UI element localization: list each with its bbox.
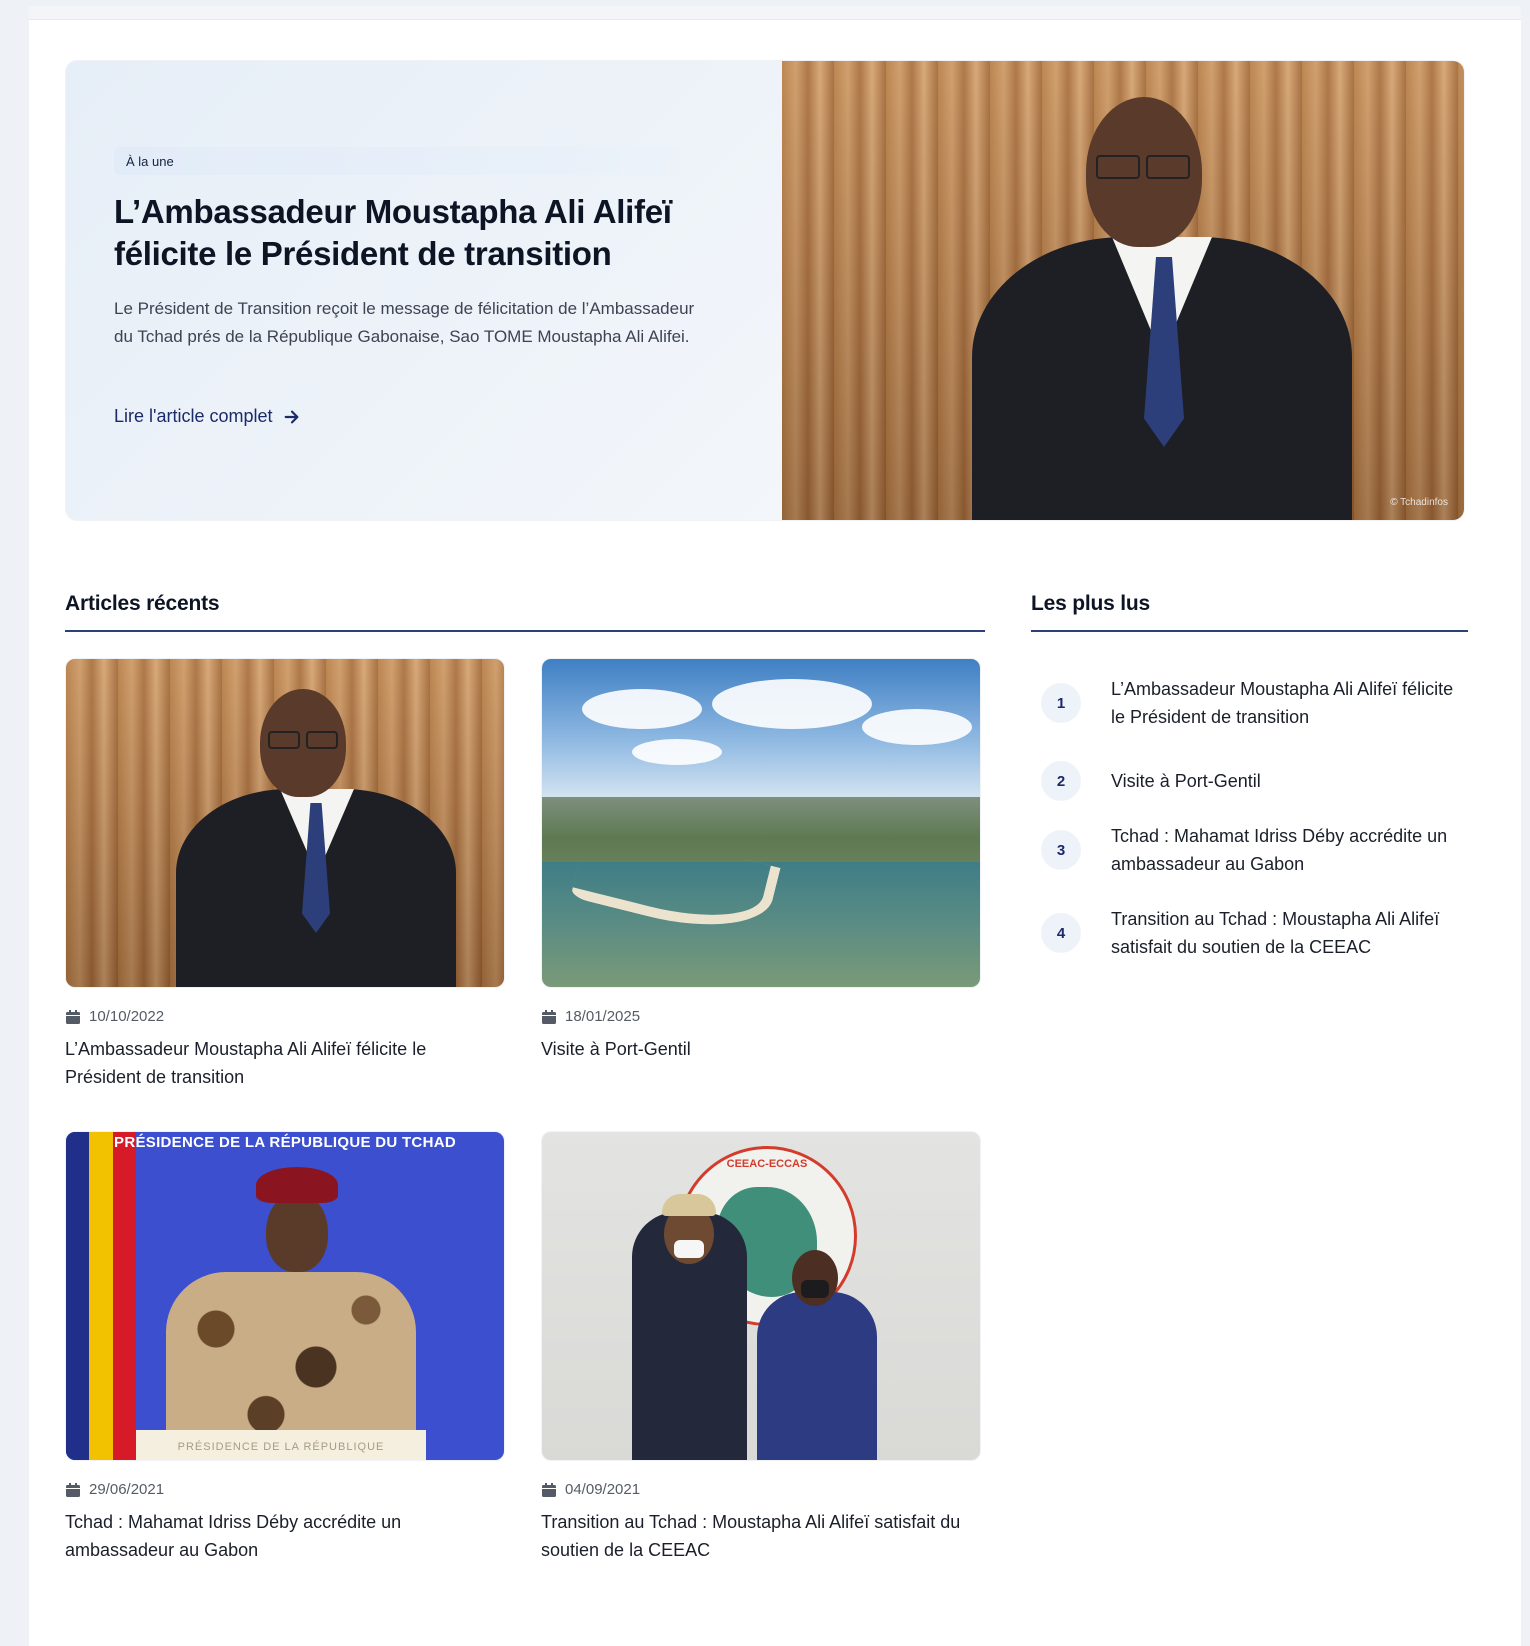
read-full-article-link[interactable]: Lire l'article complet: [114, 406, 301, 427]
calendar-icon: [66, 1009, 80, 1024]
ceeac-logo-text: CEEAC-ECCAS: [726, 1158, 808, 1170]
most-read-rule: [1031, 630, 1468, 632]
article-date-text: 10/10/2022: [89, 1008, 165, 1025]
article-card[interactable]: CEEAC-ECCAS 04/09/2021 Transition au Tch…: [541, 1131, 981, 1564]
most-read-rank: 2: [1041, 761, 1081, 801]
most-read-title[interactable]: L’Ambassadeur Moustapha Ali Alifeï félic…: [1111, 675, 1461, 731]
article-card[interactable]: 18/01/2025 Visite à Port-Gentil: [541, 658, 981, 1063]
article-date: 10/10/2022: [65, 1008, 505, 1025]
featured-image[interactable]: © Tchadinfos: [782, 61, 1464, 520]
calendar-icon: [542, 1009, 556, 1024]
article-date: 18/01/2025: [541, 1008, 981, 1025]
article-date-text: 04/09/2021: [565, 1481, 641, 1498]
presidency-banner-text: PRÉSIDENCE DE LA RÉPUBLIQUE DU TCHAD: [114, 1134, 456, 1151]
ambassador-figure: [176, 689, 476, 987]
article-date-text: 29/06/2021: [89, 1481, 165, 1498]
most-read-item[interactable]: 1 L’Ambassadeur Moustapha Ali Alifeï fél…: [1041, 675, 1461, 731]
article-date: 29/06/2021: [65, 1481, 505, 1498]
most-read-item[interactable]: 2 Visite à Port-Gentil: [1041, 761, 1461, 801]
most-read-rank: 3: [1041, 830, 1081, 870]
most-read-title[interactable]: Tchad : Mahamat Idriss Déby accrédite un…: [1111, 822, 1461, 878]
article-title[interactable]: Transition au Tchad : Moustapha Ali Alif…: [541, 1508, 981, 1564]
article-image[interactable]: PRÉSIDENCE DE LA RÉPUBLIQUE DU TCHAD PRÉ…: [65, 1131, 505, 1461]
featured-excerpt: Le Président de Transition reçoit le mes…: [114, 299, 695, 346]
ambassador-figure: [972, 97, 1392, 520]
podium-text: PRÉSIDENCE DE LA RÉPUBLIQUE: [136, 1430, 426, 1460]
article-title[interactable]: L’Ambassadeur Moustapha Ali Alifeï félic…: [65, 1035, 505, 1091]
featured-badge: À la une: [114, 147, 704, 175]
article-card[interactable]: 10/10/2022 L’Ambassadeur Moustapha Ali A…: [65, 658, 505, 1091]
most-read-rank: 1: [1041, 683, 1081, 723]
recent-articles-rule: [65, 630, 985, 632]
most-read-heading: Les plus lus: [1031, 592, 1150, 615]
most-read-rank: 4: [1041, 913, 1081, 953]
read-full-article-label: Lire l'article complet: [114, 406, 273, 426]
article-image[interactable]: CEEAC-ECCAS: [541, 1131, 981, 1461]
most-read-item[interactable]: 3 Tchad : Mahamat Idriss Déby accrédite …: [1041, 822, 1461, 878]
article-date: 04/09/2021: [541, 1481, 981, 1498]
most-read-title[interactable]: Visite à Port-Gentil: [1111, 767, 1461, 795]
article-date-text: 18/01/2025: [565, 1008, 641, 1025]
top-divider: [29, 6, 1521, 20]
image-credit: © Tchadinfos: [1390, 497, 1448, 508]
recent-articles-heading: Articles récents: [65, 592, 220, 615]
arrow-right-icon: [284, 410, 298, 423]
calendar-icon: [542, 1482, 556, 1497]
featured-title[interactable]: L’Ambassadeur Moustapha Ali Alifeï félic…: [114, 191, 714, 275]
article-title[interactable]: Visite à Port-Gentil: [541, 1035, 981, 1063]
article-image[interactable]: [541, 658, 981, 988]
article-title[interactable]: Tchad : Mahamat Idriss Déby accrédite un…: [65, 1508, 505, 1564]
calendar-icon: [66, 1482, 80, 1497]
most-read-item[interactable]: 4 Transition au Tchad : Moustapha Ali Al…: [1041, 905, 1461, 961]
featured-text-panel: À la une L’Ambassadeur Moustapha Ali Ali…: [66, 61, 782, 520]
featured-article[interactable]: À la une L’Ambassadeur Moustapha Ali Ali…: [65, 60, 1465, 521]
page-container: À la une L’Ambassadeur Moustapha Ali Ali…: [29, 6, 1521, 1646]
article-image[interactable]: [65, 658, 505, 988]
most-read-title[interactable]: Transition au Tchad : Moustapha Ali Alif…: [1111, 905, 1461, 961]
article-card[interactable]: PRÉSIDENCE DE LA RÉPUBLIQUE DU TCHAD PRÉ…: [65, 1131, 505, 1564]
